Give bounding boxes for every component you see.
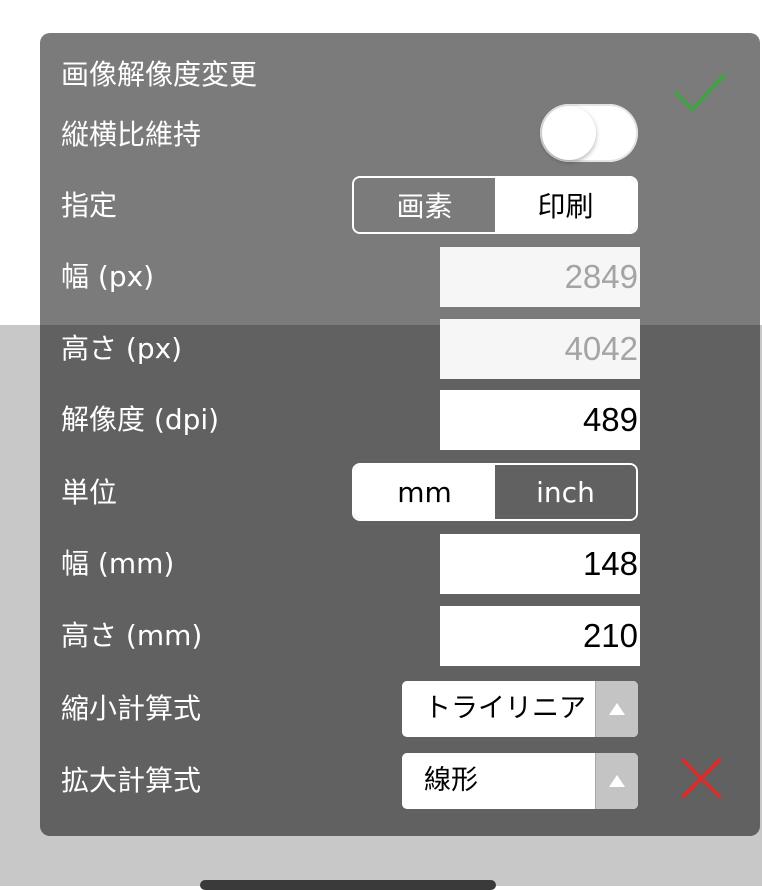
height-mm-label: 高さ (mm)	[61, 619, 203, 652]
width-px-label: 幅 (px)	[61, 260, 155, 293]
reduce-method-dropdown-button[interactable]	[595, 681, 638, 737]
segment-mm[interactable]: mm	[354, 465, 495, 519]
reduce-method-label: 縮小計算式	[61, 692, 202, 725]
specify-label: 指定	[61, 189, 118, 222]
height-mm-field[interactable]: 210	[440, 606, 640, 666]
aspect-ratio-label: 縦横比維持	[61, 118, 202, 151]
segment-pixels[interactable]: 画素	[354, 178, 495, 232]
triangle-up-icon	[609, 775, 625, 787]
checkmark-icon	[674, 73, 726, 111]
close-icon	[681, 758, 721, 798]
resolution-label: 解像度 (dpi)	[61, 403, 220, 436]
height-px-field: 4042	[440, 319, 640, 379]
cancel-button[interactable]	[678, 755, 724, 801]
enlarge-method-label: 拡大計算式	[61, 764, 202, 797]
dialog-title: 画像解像度変更	[61, 58, 258, 91]
aspect-ratio-toggle[interactable]	[540, 104, 638, 162]
segment-inch[interactable]: inch	[495, 465, 636, 519]
confirm-button[interactable]	[672, 71, 728, 115]
width-mm-label: 幅 (mm)	[61, 547, 175, 580]
unit-segmented-control: mm inch	[352, 463, 638, 521]
reduce-method-value: トライリニア	[424, 693, 586, 724]
reduce-method-select[interactable]: トライリニア	[402, 681, 638, 737]
enlarge-method-select[interactable]: 線形	[402, 753, 638, 809]
enlarge-method-dropdown-button[interactable]	[595, 753, 638, 809]
specify-segmented-control: 画素 印刷	[352, 176, 638, 234]
toggle-knob	[542, 106, 596, 160]
width-px-field: 2849	[440, 247, 640, 307]
resize-dialog: 画像解像度変更 縦横比維持 指定 画素 印刷 幅 (px) 2849 高さ (p…	[40, 33, 760, 836]
width-mm-field[interactable]: 148	[440, 534, 640, 594]
enlarge-method-value: 線形	[424, 765, 478, 796]
home-indicator	[200, 880, 496, 890]
resolution-field[interactable]: 489	[440, 390, 640, 450]
segment-print[interactable]: 印刷	[495, 178, 636, 232]
height-px-label: 高さ (px)	[61, 332, 183, 365]
triangle-up-icon	[609, 703, 625, 715]
unit-label: 単位	[61, 476, 118, 509]
